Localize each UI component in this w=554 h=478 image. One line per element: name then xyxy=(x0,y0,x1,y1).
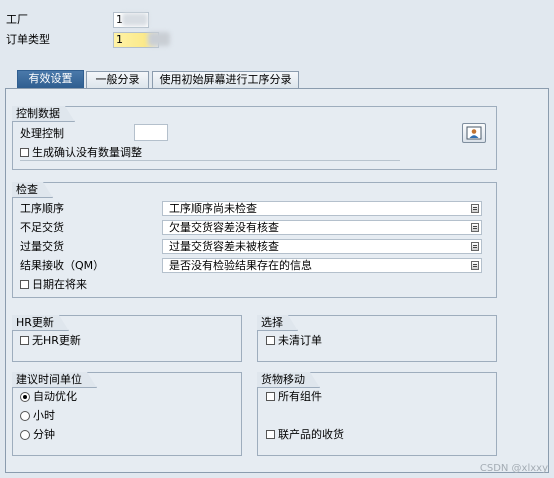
check-label-qm: 结果接收（QM） xyxy=(20,259,105,272)
gen-confirm-label: 生成确认没有数量调整 xyxy=(32,146,142,159)
radio-minute[interactable] xyxy=(20,430,30,440)
all-components-label: 所有组件 xyxy=(278,390,322,403)
dropdown-icon[interactable] xyxy=(471,242,479,251)
check-dropdown-overdelivery[interactable]: 过量交货容差未被核查 xyxy=(162,239,482,254)
no-hr-label: 无HR更新 xyxy=(32,334,81,347)
date-future-checkbox[interactable] xyxy=(20,280,29,289)
all-components-checkbox[interactable] xyxy=(266,392,275,401)
dropdown-value: 欠量交货容差没有核查 xyxy=(169,221,279,234)
tab-general-entry[interactable]: 一般分录 xyxy=(86,71,149,88)
group-goods-movement: 货物移动 xyxy=(257,372,497,456)
tab-label: 使用初始屏幕进行工序分录 xyxy=(159,73,292,86)
dropdown-value: 工序顺序尚未检查 xyxy=(169,202,257,215)
person-picture-icon xyxy=(466,126,482,140)
tab-effective-settings[interactable]: 有效设置 xyxy=(17,70,84,88)
radio-label-minute: 分钟 xyxy=(33,428,55,441)
radio-label-hour: 小时 xyxy=(33,409,55,422)
check-label-underdelivery: 不足交货 xyxy=(20,221,64,234)
group-title: 检查 xyxy=(12,182,53,198)
plant-label: 工厂 xyxy=(6,13,28,26)
group-title: 控制数据 xyxy=(12,106,75,122)
radio-auto-optimize[interactable] xyxy=(20,392,30,402)
tab-label: 有效设置 xyxy=(28,72,73,85)
dropdown-value: 过量交货容差未被核查 xyxy=(169,240,279,253)
order-type-value: 1 xyxy=(116,33,123,46)
gen-confirm-checkbox[interactable] xyxy=(20,148,29,157)
processing-control-label: 处理控制 xyxy=(20,127,64,140)
dropdown-value: 是否没有检验结果存在的信息 xyxy=(169,259,312,272)
dropdown-icon[interactable] xyxy=(471,204,479,213)
group-title: 货物移动 xyxy=(257,372,320,388)
date-future-label: 日期在将来 xyxy=(32,278,87,291)
control-divider xyxy=(20,160,400,161)
coproduct-checkbox[interactable] xyxy=(266,430,275,439)
group-title: 建议时间单位 xyxy=(12,372,97,388)
check-label-sequence: 工序顺序 xyxy=(20,202,64,215)
tab-initial-screen-entry[interactable]: 使用初始屏幕进行工序分录 xyxy=(152,71,299,88)
check-dropdown-qm[interactable]: 是否没有检验结果存在的信息 xyxy=(162,258,482,273)
radio-label-auto: 自动优化 xyxy=(33,390,77,403)
plant-blur xyxy=(122,13,148,26)
group-title: 选择 xyxy=(257,315,298,331)
check-dropdown-sequence[interactable]: 工序顺序尚未检查 xyxy=(162,201,482,216)
processing-control-input[interactable] xyxy=(134,124,168,141)
picture-button[interactable] xyxy=(462,123,486,143)
order-type-label: 订单类型 xyxy=(6,33,50,46)
radio-hour[interactable] xyxy=(20,411,30,421)
unclear-order-checkbox[interactable] xyxy=(266,336,275,345)
check-label-overdelivery: 过量交货 xyxy=(20,240,64,253)
tab-label: 一般分录 xyxy=(95,73,140,86)
dropdown-icon[interactable] xyxy=(471,261,479,270)
order-type-blur xyxy=(148,32,170,46)
watermark: CSDN @xlxxy xyxy=(479,463,548,474)
unclear-order-label: 未清订单 xyxy=(278,334,322,347)
no-hr-checkbox[interactable] xyxy=(20,336,29,345)
dropdown-icon[interactable] xyxy=(471,223,479,232)
group-title: HR更新 xyxy=(12,315,69,331)
coproduct-label: 联产品的收货 xyxy=(278,428,344,441)
check-dropdown-underdelivery[interactable]: 欠量交货容差没有核查 xyxy=(162,220,482,235)
